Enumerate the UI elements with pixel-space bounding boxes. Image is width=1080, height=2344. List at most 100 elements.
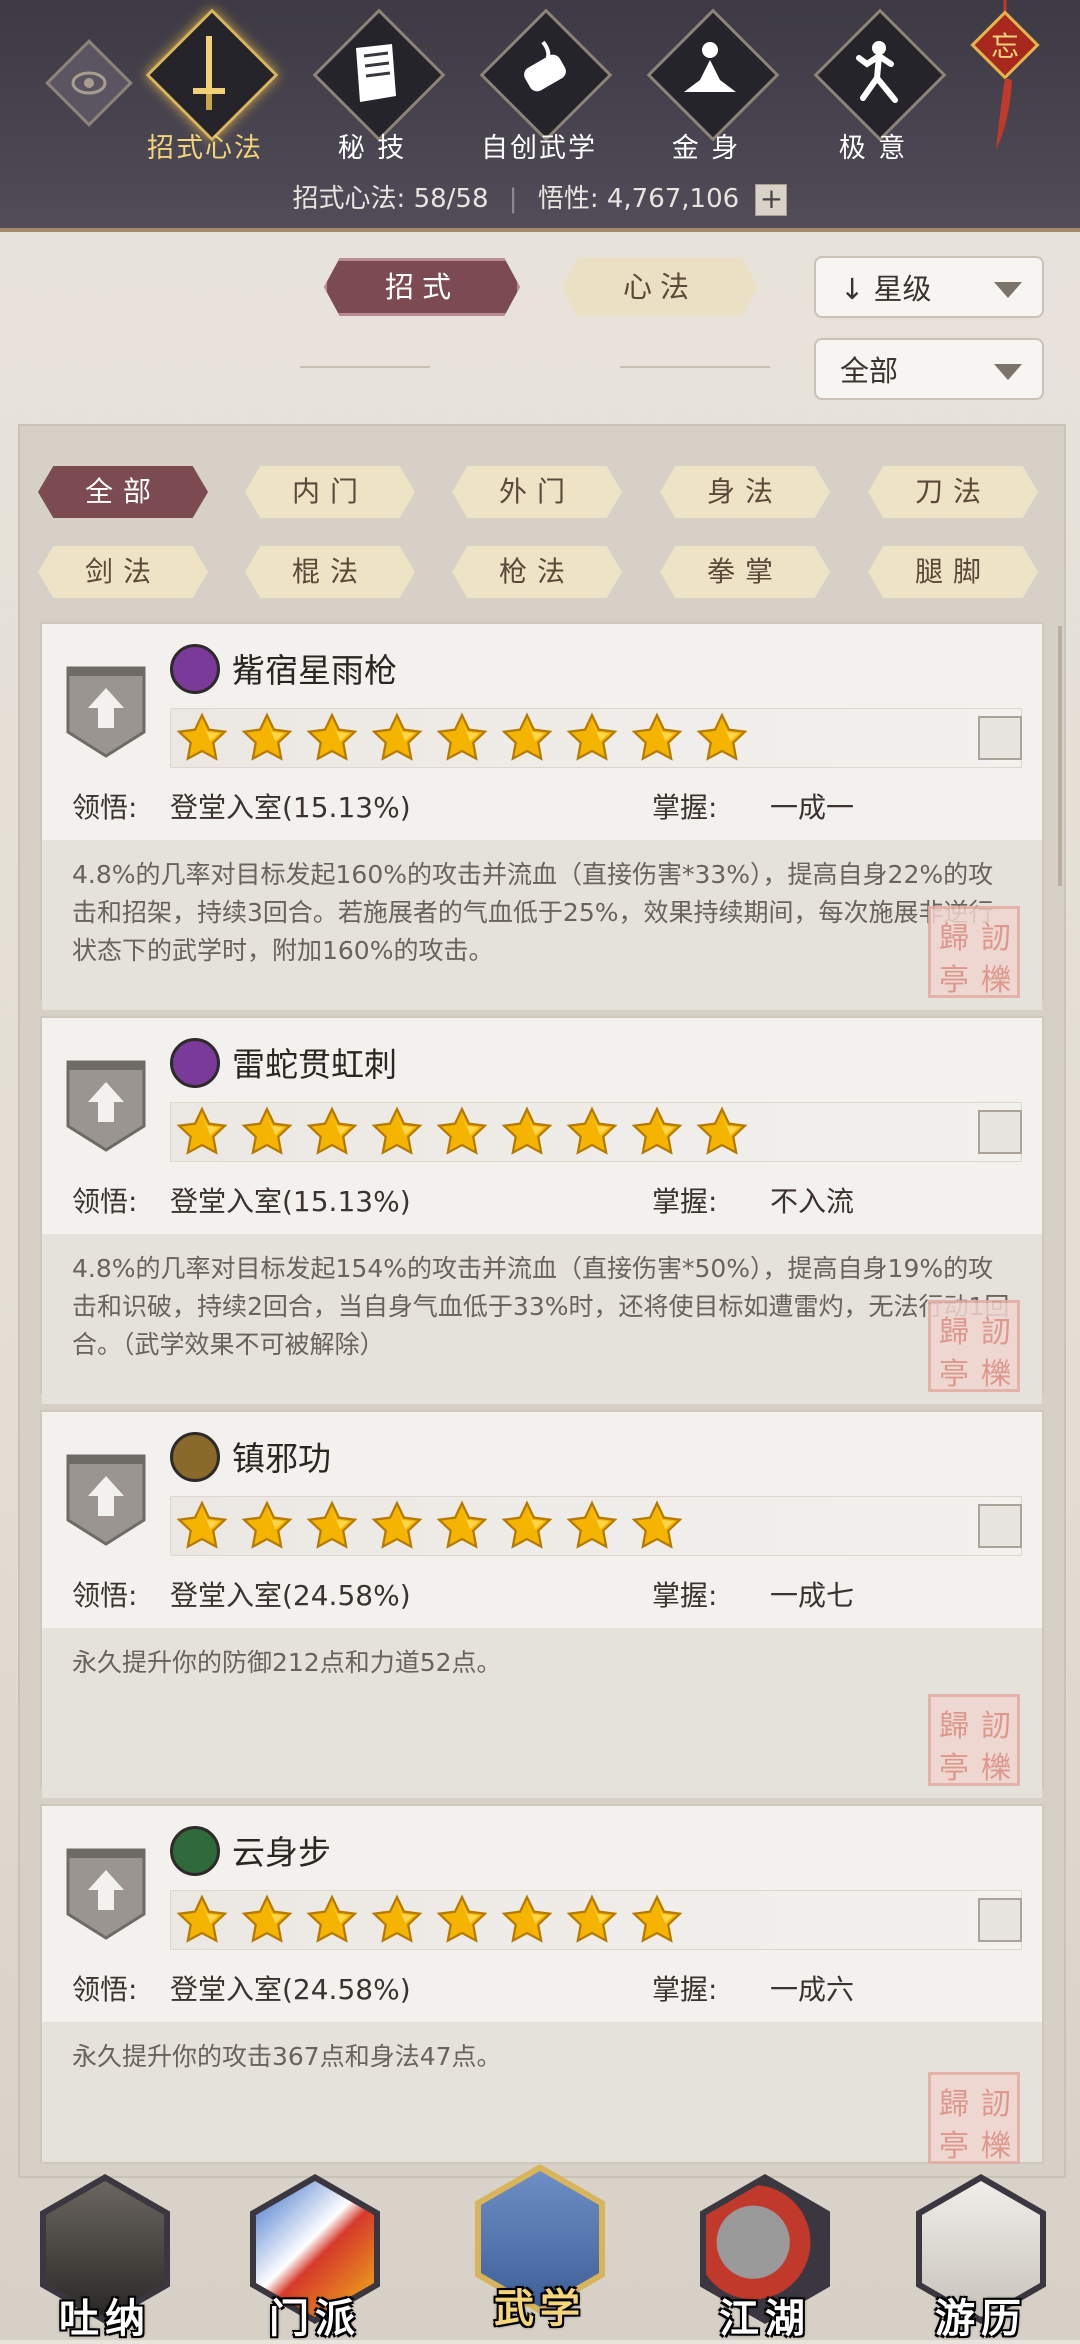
charm-ornament-icon[interactable]: 忘 bbox=[960, 0, 1050, 160]
skill-avatar-icon bbox=[170, 1826, 220, 1876]
skill-card[interactable]: 雷蛇贯虹刺 领悟: 登堂入室(15.13%) 掌握: 不入流 4.8%的几率对目标发起15… bbox=[40, 1016, 1044, 1404]
star-icon bbox=[370, 1893, 424, 1947]
insight-label: 领悟: bbox=[72, 1973, 138, 2006]
skill-avatar-icon bbox=[170, 644, 220, 694]
spear-icon bbox=[978, 716, 1022, 760]
add-insight-button[interactable]: + bbox=[755, 183, 788, 216]
star-icon bbox=[175, 1499, 229, 1553]
insight-label: 领悟: bbox=[72, 1579, 138, 1612]
star-icon bbox=[565, 711, 619, 765]
upgrade-badge-icon[interactable] bbox=[64, 1450, 148, 1548]
skill-panel: 全部 内门 外门 身法 刀法剑法 棍法 枪法 拳掌 腿脚 觜宿星雨枪领悟: 登堂入室(15.13%… bbox=[18, 424, 1066, 2178]
nav-tab-secret-arts[interactable]: 秘 技 bbox=[302, 8, 446, 164]
star-icon bbox=[175, 711, 229, 765]
star-icon bbox=[240, 1105, 294, 1159]
skill-name: 云身步 bbox=[232, 1833, 331, 1872]
tab-moves[interactable]: 招式 bbox=[324, 258, 520, 316]
star-icon bbox=[435, 1105, 489, 1159]
skill-name: 觜宿星雨枪 bbox=[232, 651, 397, 690]
mastery-label: 掌握: bbox=[652, 1185, 718, 1218]
skill-card[interactable]: 觜宿星雨枪 领悟: 登堂入室(15.13%) 掌握: 一成一 4.8%的几率对目标发起16… bbox=[40, 622, 1044, 1010]
skill-description: 永久提升你的防御212点和力道52点。 bbox=[42, 1628, 1042, 1798]
star-rating bbox=[170, 1496, 1022, 1556]
footwork-icon bbox=[978, 1898, 1022, 1942]
category-chip[interactable]: 拳掌 bbox=[660, 546, 830, 598]
divider bbox=[300, 366, 430, 368]
skill-name: 镇邪功 bbox=[232, 1439, 331, 1478]
category-chip[interactable]: 全部 bbox=[38, 466, 208, 518]
bottom-nav-breathing[interactable]: 吐纳 bbox=[30, 2174, 180, 2342]
martial-pose-icon bbox=[856, 41, 898, 103]
nav-label: 秘 技 bbox=[337, 133, 407, 164]
star-icon bbox=[305, 711, 359, 765]
skills-count-label: 招式心法: bbox=[292, 184, 406, 214]
star-icon bbox=[240, 1499, 294, 1553]
mastery-label: 掌握: bbox=[652, 1973, 718, 2006]
star-icon bbox=[240, 711, 294, 765]
tab-methods[interactable]: 心法 bbox=[562, 258, 758, 316]
mastery-label: 掌握: bbox=[652, 791, 718, 824]
filter-value: 全部 bbox=[840, 354, 899, 388]
filter-dropdown[interactable]: 全部 bbox=[814, 338, 1044, 400]
scroll-icon bbox=[524, 40, 566, 92]
book-icon bbox=[356, 44, 396, 102]
category-chip[interactable]: 棍法 bbox=[245, 546, 415, 598]
category-chip[interactable]: 枪法 bbox=[452, 546, 622, 598]
bottom-nav-travel[interactable]: 游历 bbox=[906, 2174, 1056, 2342]
star-icon bbox=[630, 1499, 684, 1553]
nav-tab-moves[interactable]: 招式心法 bbox=[135, 8, 279, 164]
upgrade-badge-icon[interactable] bbox=[64, 1056, 148, 1154]
seal-stamp-icon: 訒櫟歸亭 bbox=[928, 1300, 1020, 1392]
category-chip[interactable]: 腿脚 bbox=[868, 546, 1038, 598]
skill-name: 雷蛇贯虹刺 bbox=[232, 1045, 397, 1084]
category-chip[interactable]: 剑法 bbox=[38, 546, 208, 598]
skills-count-value: 58/58 bbox=[413, 184, 489, 214]
nav-label: 招式心法 bbox=[147, 133, 263, 164]
nav-tab-custom-arts[interactable]: 自创武学 bbox=[469, 8, 613, 164]
nav-label: 极 意 bbox=[838, 133, 908, 164]
star-icon bbox=[305, 1893, 359, 1947]
sort-value: 星级 bbox=[873, 272, 932, 306]
bottom-nav-jianghu[interactable]: 江湖 bbox=[690, 2174, 840, 2342]
star-rating bbox=[170, 1102, 1022, 1162]
star-icon bbox=[565, 1105, 619, 1159]
seal-stamp-icon: 訒櫟歸亭 bbox=[928, 2072, 1020, 2164]
mastery-label: 掌握: bbox=[652, 1579, 718, 1612]
divider bbox=[620, 366, 770, 368]
meditation-icon bbox=[684, 42, 736, 92]
star-icon bbox=[500, 1105, 554, 1159]
category-chip[interactable]: 内门 bbox=[245, 466, 415, 518]
insight-value: 登堂入室(15.13%) bbox=[170, 791, 411, 824]
star-icon bbox=[305, 1499, 359, 1553]
eye-toggle-button[interactable] bbox=[45, 39, 133, 127]
mastery-value: 一成七 bbox=[770, 1579, 855, 1612]
upgrade-badge-icon[interactable] bbox=[64, 1844, 148, 1942]
nav-label: 金 身 bbox=[671, 133, 741, 164]
bottom-nav-martial-arts[interactable]: 武学 bbox=[465, 2164, 615, 2332]
category-chip[interactable]: 外门 bbox=[452, 466, 622, 518]
chevron-down-icon bbox=[994, 364, 1022, 380]
upgrade-badge-icon[interactable] bbox=[64, 662, 148, 760]
star-icon bbox=[240, 1893, 294, 1947]
scrollbar[interactable] bbox=[1058, 626, 1062, 886]
skill-card[interactable]: 镇邪功 领悟: 登堂入室(24.58%) 掌握: 一成七 永久提升你的防御212点和力道5… bbox=[40, 1410, 1044, 1798]
star-icon bbox=[435, 1893, 489, 1947]
category-chip[interactable]: 身法 bbox=[660, 466, 830, 518]
bottom-nav: 吐纳 门派 武学 江湖 游历 bbox=[0, 2164, 1080, 2342]
star-icon bbox=[565, 1499, 619, 1553]
nav-label: 自创武学 bbox=[481, 133, 597, 164]
star-icon bbox=[175, 1105, 229, 1159]
skill-avatar-icon bbox=[170, 1038, 220, 1088]
insight-value: 登堂入室(24.58%) bbox=[170, 1973, 411, 2006]
top-bar: 招式心法 秘 技 自创武学 金 身 极 意 忘 招式心法: 58/58 | 悟性… bbox=[0, 0, 1080, 232]
nav-tab-ultimate[interactable]: 极 意 bbox=[803, 8, 947, 164]
star-icon bbox=[175, 1893, 229, 1947]
nav-tab-golden-body[interactable]: 金 身 bbox=[636, 8, 780, 164]
star-icon bbox=[370, 711, 424, 765]
skill-card[interactable]: 云身步 领悟: 登堂入室(24.58%) 掌握: 一成六 永久提升你的攻击367点和身法4… bbox=[40, 1804, 1044, 2164]
category-chip[interactable]: 刀法 bbox=[868, 466, 1038, 518]
star-rating bbox=[170, 1890, 1022, 1950]
skill-description: 4.8%的几率对目标发起154%的攻击并流血（直接伤害*50%），提高自身19%… bbox=[42, 1234, 1042, 1404]
bottom-nav-sect[interactable]: 门派 bbox=[240, 2174, 390, 2342]
sort-dropdown[interactable]: ↓ 星级 bbox=[814, 256, 1044, 318]
